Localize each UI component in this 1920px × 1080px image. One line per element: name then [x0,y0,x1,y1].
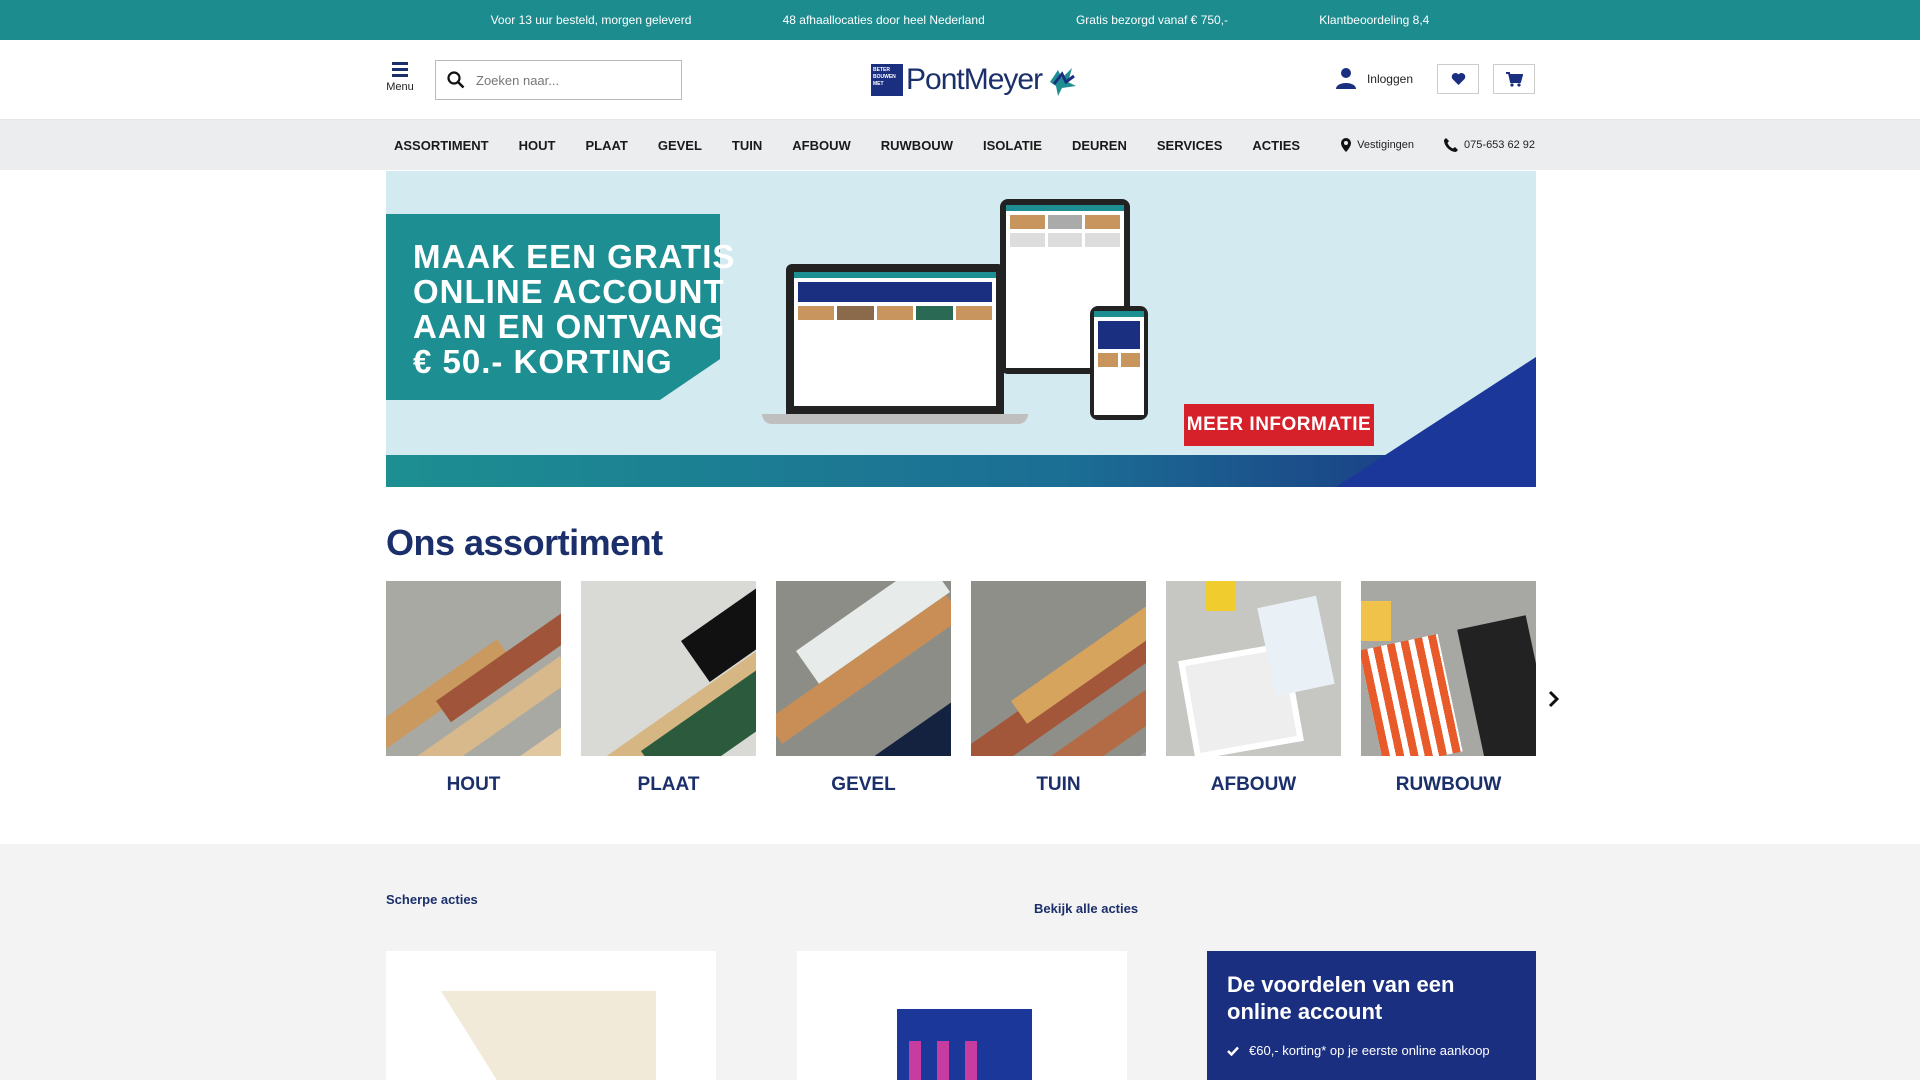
phone-link[interactable]: 075-653 62 92 [1444,138,1535,152]
locations-label: Vestigingen [1357,139,1415,151]
account-benefits-title: De voordelen van een online account [1227,972,1455,1024]
map-pin-icon [1341,138,1352,152]
usp-item: Klantbeoordeling 8,4 [1319,13,1430,27]
category-image [1361,581,1536,756]
account-benefits-box: De voordelen van een online account €60,… [1207,951,1536,1080]
nav-item-deuren[interactable]: DEUREN [1057,138,1142,153]
main-navigation: ASSORTIMENT HOUT PLAAT GEVEL TUIN AFBOUW… [0,120,1920,170]
category-label: HOUT [446,774,501,795]
phone-number: 075-653 62 92 [1464,139,1535,151]
search-icon[interactable] [436,61,476,99]
nav-item-services[interactable]: SERVICES [1142,138,1238,153]
menu-button[interactable]: Menu [385,62,415,93]
site-header: Menu BETER BOUWEN MET PontMeyer Inloggen [0,40,1920,120]
product-image [441,991,656,1080]
nav-item-afbouw[interactable]: AFBOUW [777,138,866,153]
locations-link[interactable]: Vestigingen [1341,138,1414,152]
category-card-tuin[interactable]: TUIN [971,581,1146,796]
category-image [1166,581,1341,756]
usp-item: 48 afhaallocaties door heel Nederland [782,13,985,27]
category-label: GEVEL [831,774,896,795]
menu-label: Menu [386,81,414,93]
usp-item: Gratis bezorgd vanaf € 750,- [1075,13,1229,27]
nav-item-plaat[interactable]: PLAAT [570,138,642,153]
nav-item-isolatie[interactable]: ISOLATIE [968,138,1057,153]
product-image [909,1041,921,1080]
assortment-title: Ons assortiment [386,522,663,563]
logo-mark-icon [1050,68,1077,96]
check-icon [1227,1046,1239,1056]
nav-item-assortiment[interactable]: ASSORTIMENT [385,138,504,153]
banner-headline: MAAK EEN GRATIS ONLINE ACCOUNT AAN EN ON… [413,239,735,379]
category-image [386,581,561,756]
cart-icon [1505,71,1523,87]
logo-text: PontMeyer [906,63,1043,96]
nav-item-hout[interactable]: HOUT [504,138,571,153]
nav-item-tuin[interactable]: TUIN [717,138,777,153]
category-label: PLAAT [637,774,700,795]
carousel-next-button[interactable] [1548,690,1560,714]
deals-section: Scherpe acties Bekijk alle acties De voo… [0,844,1920,1080]
category-image [581,581,756,756]
view-all-deals-link[interactable]: Bekijk alle acties [1034,901,1138,916]
category-card-afbouw[interactable]: AFBOUW [1166,581,1341,796]
laptop-illustration [786,264,1004,414]
benefit-text: €60,- korting* op je eerste online aanko… [1249,1043,1490,1058]
nav-item-gevel[interactable]: GEVEL [643,138,717,153]
headline-line: € 50.- KORTING [413,343,673,380]
nav-item-ruwbouw[interactable]: RUWBOUW [866,138,968,153]
deal-card[interactable] [797,951,1127,1080]
product-image [937,1041,949,1080]
usp-bar: Voor 13 uur besteld, morgen geleverd 48 … [0,0,1920,40]
chevron-right-icon [1548,690,1560,708]
category-card-hout[interactable]: HOUT [386,581,561,796]
deal-card[interactable] [386,951,716,1080]
user-icon [1335,67,1357,92]
login-link[interactable]: Inloggen [1335,67,1413,92]
category-card-ruwbouw[interactable]: RUWBOUW [1361,581,1536,796]
category-image [776,581,951,756]
benefit-item: €60,- korting* op je eerste online aanko… [1227,1043,1516,1058]
category-label: TUIN [1036,774,1081,795]
pontmeyer-logo[interactable]: BETER BOUWEN MET PontMeyer [871,60,1080,100]
nav-item-acties[interactable]: ACTIES [1237,138,1315,153]
category-card-gevel[interactable]: GEVEL [776,581,951,796]
login-label: Inloggen [1366,72,1413,86]
laptop-base [762,414,1028,424]
headline-line: MAAK EEN GRATIS [413,238,736,275]
headline-line: ONLINE ACCOUNT [413,273,725,310]
search-input[interactable] [476,72,666,88]
category-carousel: HOUT PLAAT GEVEL TUIN AFBOUW RUWBOUW [386,581,1536,796]
product-image [965,1041,977,1080]
category-card-plaat[interactable]: PLAAT [581,581,756,796]
category-label: AFBOUW [1210,774,1297,795]
wishlist-button[interactable] [1437,64,1479,94]
usp-item: Voor 13 uur besteld, morgen geleverd [490,13,692,27]
headline-line: AAN EN ONTVANG [413,308,726,345]
category-image [971,581,1146,756]
more-info-button[interactable]: MEER INFORMATIE [1184,404,1374,446]
logo-badge: BETER BOUWEN MET [871,64,903,96]
hamburger-icon [385,62,415,77]
category-label: RUWBOUW [1395,774,1502,795]
phone-illustration [1090,306,1148,420]
hero-banner[interactable]: MAAK EEN GRATIS ONLINE ACCOUNT AAN EN ON… [386,171,1536,487]
search-box[interactable] [435,60,682,100]
phone-icon [1444,138,1459,152]
heart-icon [1451,73,1465,85]
deals-title: Scherpe acties [386,892,478,907]
cart-button[interactable] [1493,64,1535,94]
